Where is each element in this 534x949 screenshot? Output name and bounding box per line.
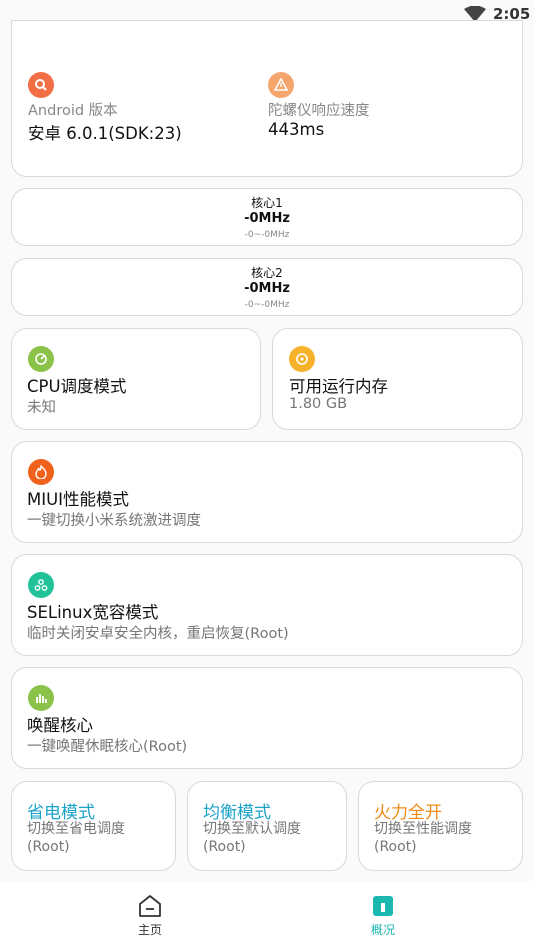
wake-cores-title: 唤醒核心 xyxy=(27,716,93,735)
network-icon xyxy=(28,572,54,598)
core-frequency: -0MHz xyxy=(244,211,290,226)
bar-chart-icon xyxy=(28,685,54,711)
gyro-label: 陀螺仪响应速度 xyxy=(268,103,370,119)
cpu-icon xyxy=(28,346,54,372)
core-card-2: 核心2 -0MHz -0~-0MHz xyxy=(11,258,523,316)
power-save-mode-desc: 切换至省电调度(Root) xyxy=(27,821,125,855)
memory-icon xyxy=(289,346,315,372)
core-frequency: -0MHz xyxy=(244,281,290,296)
nav-home[interactable]: 主页 xyxy=(120,893,180,938)
android-icon xyxy=(28,72,54,98)
cpu-governor-card[interactable]: CPU调度模式 未知 xyxy=(11,328,261,430)
nav-overview[interactable]: 概况 xyxy=(353,893,413,938)
selinux-desc: 临时关闭安卓安全内核，重启恢复(Root) xyxy=(27,626,289,642)
core-name: 核心2 xyxy=(251,266,283,280)
wake-cores-card[interactable]: 唤醒核心 一键唤醒休眠核心(Root) xyxy=(11,667,523,769)
memory-title: 可用运行内存 xyxy=(289,377,388,396)
balanced-mode-desc: 切换至默认调度(Root) xyxy=(203,821,301,855)
selinux-title: SELinux宽容模式 xyxy=(27,603,159,622)
home-icon xyxy=(139,895,161,917)
miui-mode-title: MIUI性能模式 xyxy=(27,490,130,509)
balanced-mode-button[interactable]: 均衡模式 切换至默认调度(Root) xyxy=(187,781,347,871)
performance-mode-desc: 切换至性能调度(Root) xyxy=(374,821,472,855)
miui-mode-card[interactable]: MIUI性能模式 一键切换小米系统激进调度 xyxy=(11,441,523,543)
core-range: -0~-0MHz xyxy=(244,300,290,310)
android-version-value: 安卓 6.0.1(SDK:23) xyxy=(28,124,182,143)
cpu-governor-title: CPU调度模式 xyxy=(27,377,127,396)
miui-mode-desc: 一键切换小米系统激进调度 xyxy=(27,513,201,529)
nav-overview-label: 概况 xyxy=(370,923,395,937)
bottom-navigation: 主页 概况 xyxy=(0,881,534,949)
performance-mode-button[interactable]: 火力全开 切换至性能调度(Root) xyxy=(358,781,523,871)
memory-value: 1.80 GB xyxy=(289,396,348,412)
overview-icon xyxy=(373,896,393,916)
core-name: 核心1 xyxy=(251,196,283,210)
core-range: -0~-0MHz xyxy=(244,230,290,240)
wake-cores-desc: 一键唤醒休眠核心(Root) xyxy=(27,739,188,755)
device-info-card: Android 版本 安卓 6.0.1(SDK:23) 陀螺仪响应速度 443m… xyxy=(11,20,523,177)
fire-icon xyxy=(28,459,54,485)
core-card-1: 核心1 -0MHz -0~-0MHz xyxy=(11,188,523,246)
memory-card[interactable]: 可用运行内存 1.80 GB xyxy=(272,328,523,430)
nav-home-label: 主页 xyxy=(137,923,162,937)
selinux-card[interactable]: SELinux宽容模式 临时关闭安卓安全内核，重启恢复(Root) xyxy=(11,554,523,656)
power-save-mode-button[interactable]: 省电模式 切换至省电调度(Root) xyxy=(11,781,176,871)
cpu-governor-value: 未知 xyxy=(27,400,56,416)
gyro-icon xyxy=(268,72,294,98)
android-version-label: Android 版本 xyxy=(28,103,118,119)
gyro-value: 443ms xyxy=(268,120,325,139)
